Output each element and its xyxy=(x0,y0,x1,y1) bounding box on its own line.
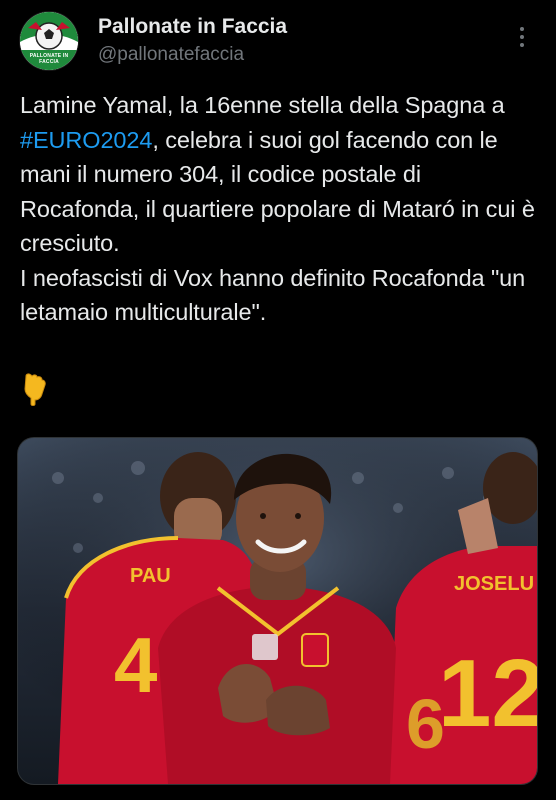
tweet-header: PALLONATE IN FACCIA Pallonate in Faccia … xyxy=(0,0,556,90)
jersey-right-name: JOSELU xyxy=(454,573,534,595)
more-options-icon[interactable] xyxy=(512,24,532,50)
more-dot xyxy=(520,27,524,31)
jersey-left-number: 4 xyxy=(114,621,157,709)
more-dot xyxy=(520,43,524,47)
avatar-label: PALLONATE IN FACCIA xyxy=(29,53,69,65)
tweet-text-before: Lamine Yamal, la 16enne stella della Spa… xyxy=(20,92,511,118)
author-handle[interactable]: @pallonatefaccia xyxy=(98,42,287,68)
author-avatar[interactable]: PALLONATE IN FACCIA xyxy=(20,12,78,70)
jersey-right-number: 12 xyxy=(438,640,537,747)
author-names: Pallonate in Faccia @pallonatefaccia xyxy=(98,14,287,68)
jersey-left-name: PAU xyxy=(130,565,171,587)
hashtag-link[interactable]: #EURO2024 xyxy=(20,127,152,153)
backhand-index-pointing-down-icon: 👇 xyxy=(20,372,60,412)
more-dot xyxy=(520,35,524,39)
tweet-photo[interactable]: PAU 4 JOSELU 12 6 xyxy=(18,438,537,784)
jersey-back-number: 6 xyxy=(406,685,445,763)
author-display-name[interactable]: Pallonate in Faccia xyxy=(98,14,287,40)
tweet-text-after: , celebra i suoi gol facendo con le mani… xyxy=(20,126,535,326)
tweet-text: Lamine Yamal, la 16enne stella della Spa… xyxy=(20,88,540,330)
